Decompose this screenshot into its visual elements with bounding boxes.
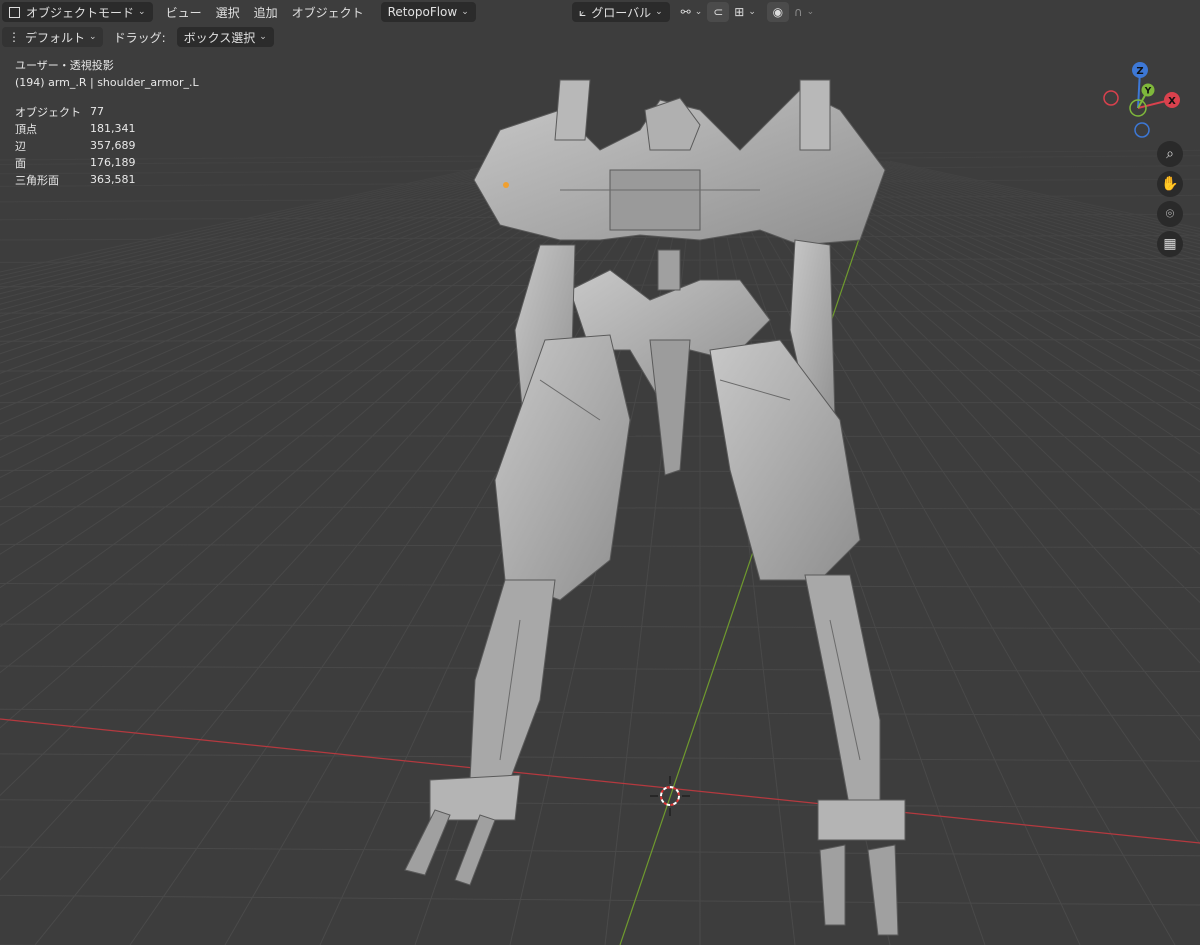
gizmo-z-label: Z	[1136, 66, 1143, 77]
origin-dot	[503, 182, 509, 188]
pan-hand-icon: ✋	[1161, 176, 1179, 192]
3d-viewport[interactable]	[0, 0, 1200, 945]
mode-label: オブジェクトモード	[26, 5, 135, 20]
snap-toggle[interactable]: ⊂	[707, 2, 730, 22]
chevron-down-icon: ⌄	[89, 32, 97, 42]
viewport-info: ユーザー・透視投影 (194) arm_.R | shoulder_armor_…	[15, 57, 199, 91]
falloff-curve-icon: ∩	[793, 5, 803, 19]
stat-row: 辺 357,689	[15, 137, 150, 154]
magnet-icon: ⊂	[713, 5, 724, 19]
link-icon: ⚯	[680, 5, 691, 19]
chevron-down-icon: ⌄	[461, 7, 469, 17]
gizmo-neg-x[interactable]	[1103, 90, 1119, 106]
camera-icon: ⌾	[1165, 206, 1175, 222]
chevron-down-icon: ⌄	[748, 7, 756, 17]
stat-row: オブジェクト 77	[15, 103, 150, 120]
retopoflow-label: RetopoFlow	[387, 5, 458, 19]
chevron-down-icon: ⌄	[259, 32, 267, 42]
viewport-header: オブジェクトモード ⌄ ビュー 選択 追加 オブジェクト RetopoFlow …	[0, 0, 1200, 24]
camera-view-button[interactable]: ⌾	[1157, 201, 1183, 227]
zoom-button[interactable]: ⌕	[1157, 141, 1183, 167]
view-name: ユーザー・透視投影	[15, 59, 114, 72]
perspective-toggle-button[interactable]: ▦	[1157, 231, 1183, 257]
proportional-editing-toggle[interactable]: ◉	[766, 2, 789, 22]
perspective-grid-icon: ▦	[1163, 236, 1177, 252]
stat-row: 面 176,189	[15, 154, 150, 171]
stat-value: 181,341	[90, 122, 136, 135]
stat-label: 辺	[15, 139, 26, 153]
pivot-label: デフォルト	[25, 30, 86, 45]
stat-label: 三角形面	[15, 173, 59, 187]
gizmo-y-label: Y	[1144, 87, 1152, 97]
stat-label: 頂点	[15, 122, 37, 136]
pivot-point-button[interactable]: ⚯ ⌄	[678, 2, 706, 22]
chevron-down-icon: ⌄	[694, 7, 703, 17]
tool-settings-bar: ⋮ デフォルト ⌄ ドラッグ: ボックス選択 ⌄	[0, 26, 274, 48]
zoom-icon: ⌕	[1166, 146, 1174, 162]
stat-value: 77	[90, 105, 104, 118]
viewport-grid	[0, 0, 1200, 945]
chevron-down-icon: ⌄	[806, 7, 815, 17]
orientation-selector[interactable]: ⟀ グローバル ⌄	[572, 2, 670, 22]
menu-select[interactable]: 選択	[209, 2, 247, 22]
stat-row: 三角形面 363,581	[15, 171, 150, 188]
drag-selector[interactable]: ボックス選択 ⌄	[176, 27, 274, 47]
chevron-down-icon: ⌄	[655, 7, 663, 17]
chevron-down-icon: ⌄	[138, 7, 146, 17]
menu-object[interactable]: オブジェクト	[285, 2, 371, 22]
transform-pivot-selector[interactable]: ⋮ デフォルト ⌄	[2, 27, 103, 47]
menu-view[interactable]: ビュー	[159, 2, 209, 22]
snap-target-button[interactable]: ⊞ ⌄	[731, 2, 759, 22]
stat-label: 面	[15, 156, 26, 170]
gizmo-neg-z[interactable]	[1134, 122, 1150, 138]
orientation-axes-icon: ⟀	[579, 4, 587, 19]
stat-row: 頂点 181,341	[15, 120, 150, 137]
gizmo-x-label: X	[1168, 96, 1176, 107]
snap-grid-icon: ⊞	[734, 5, 745, 19]
stat-value: 176,189	[90, 156, 136, 169]
drag-value: ボックス選択	[183, 30, 256, 45]
scene-statistics: オブジェクト 77 頂点 181,341 辺 357,689 面 176,189…	[15, 103, 150, 188]
retopoflow-menu[interactable]: RetopoFlow ⌄	[380, 2, 476, 22]
object-mode-icon	[9, 6, 20, 18]
navigation-gizmo[interactable]: Z Y X	[1100, 60, 1192, 140]
transform-tools: ⟀ グローバル ⌄ ⚯ ⌄ ⊂ ⊞ ⌄ ◉ ∩ ⌄	[572, 2, 817, 22]
pivot-icon: ⋮	[8, 30, 20, 44]
falloff-button[interactable]: ∩ ⌄	[791, 2, 817, 22]
active-object: (194) arm_.R | shoulder_armor_.L	[15, 76, 199, 89]
orientation-label: グローバル	[591, 5, 652, 20]
mode-selector[interactable]: オブジェクトモード ⌄	[2, 2, 153, 22]
stat-label: オブジェクト	[15, 105, 81, 119]
stat-value: 363,581	[90, 173, 136, 186]
stat-value: 357,689	[90, 139, 136, 152]
proportional-circle-icon: ◉	[772, 5, 784, 19]
drag-label: ドラッグ:	[113, 30, 166, 45]
pan-button[interactable]: ✋	[1157, 171, 1183, 197]
menu-add[interactable]: 追加	[247, 2, 285, 22]
